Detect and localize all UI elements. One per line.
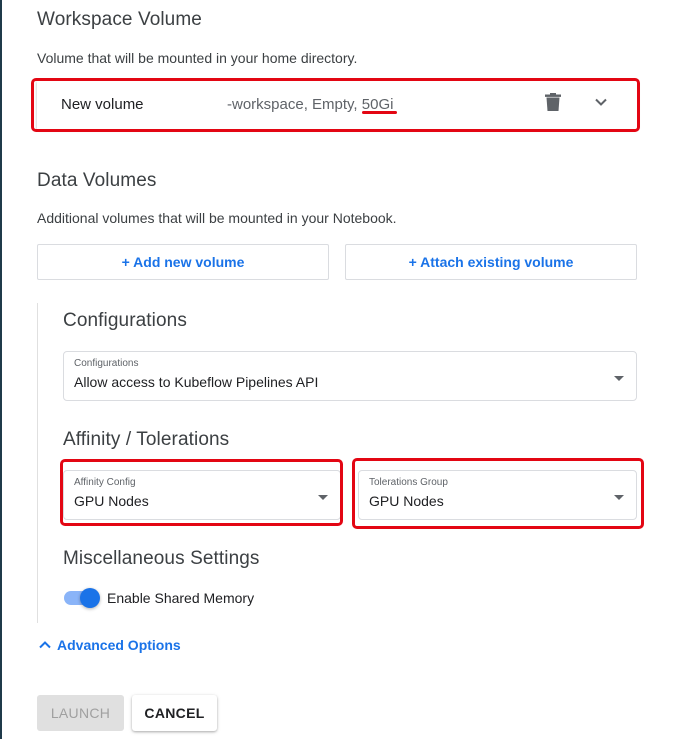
dropdown-arrow-icon (614, 376, 624, 381)
configurations-value: Allow access to Kubeflow Pipelines API (74, 374, 319, 390)
workspace-volume-description: Volume that will be mounted in your home… (37, 50, 358, 66)
chevron-down-icon[interactable] (593, 94, 609, 110)
shared-memory-toggle[interactable] (64, 588, 100, 608)
toggle-thumb (80, 588, 100, 608)
configurations-field-label: Configurations (74, 358, 139, 369)
configurations-title: Configurations (63, 310, 187, 331)
cancel-button[interactable]: CANCEL (132, 695, 217, 731)
workspace-volume-name: New volume (61, 96, 144, 113)
data-volumes-description: Additional volumes that will be mounted … (37, 210, 397, 226)
affinity-config-value: GPU Nodes (74, 493, 149, 509)
launch-button[interactable]: LAUNCH (37, 695, 124, 731)
affinity-tolerations-title: Affinity / Tolerations (63, 429, 230, 450)
affinity-config-label: Affinity Config (74, 477, 136, 488)
configurations-select[interactable]: Configurations Allow access to Kubeflow … (63, 351, 637, 401)
misc-settings-title: Miscellaneous Settings (63, 548, 260, 569)
size-underline (362, 111, 397, 114)
workspace-volume-row[interactable]: New volume -workspace, Empty, 50Gi (37, 81, 637, 129)
left-border (0, 0, 2, 739)
trash-icon[interactable] (545, 93, 561, 111)
dropdown-arrow-icon (318, 495, 328, 500)
tolerations-group-select[interactable]: Tolerations Group GPU Nodes (358, 470, 637, 520)
shared-memory-label: Enable Shared Memory (107, 590, 255, 606)
add-new-volume-button[interactable]: + Add new volume (37, 244, 329, 280)
section-divider (37, 303, 38, 623)
dropdown-arrow-icon (614, 495, 624, 500)
advanced-options-label: Advanced Options (57, 637, 181, 653)
workspace-volume-title: Workspace Volume (37, 9, 202, 30)
advanced-options-link[interactable]: Advanced Options (38, 637, 181, 653)
tolerations-group-label: Tolerations Group (369, 477, 448, 488)
data-volumes-title: Data Volumes (37, 170, 157, 191)
chevron-up-icon (39, 641, 51, 649)
attach-existing-volume-button[interactable]: + Attach existing volume (345, 244, 637, 280)
affinity-config-select[interactable]: Affinity Config GPU Nodes (63, 470, 341, 520)
tolerations-group-value: GPU Nodes (369, 493, 444, 509)
